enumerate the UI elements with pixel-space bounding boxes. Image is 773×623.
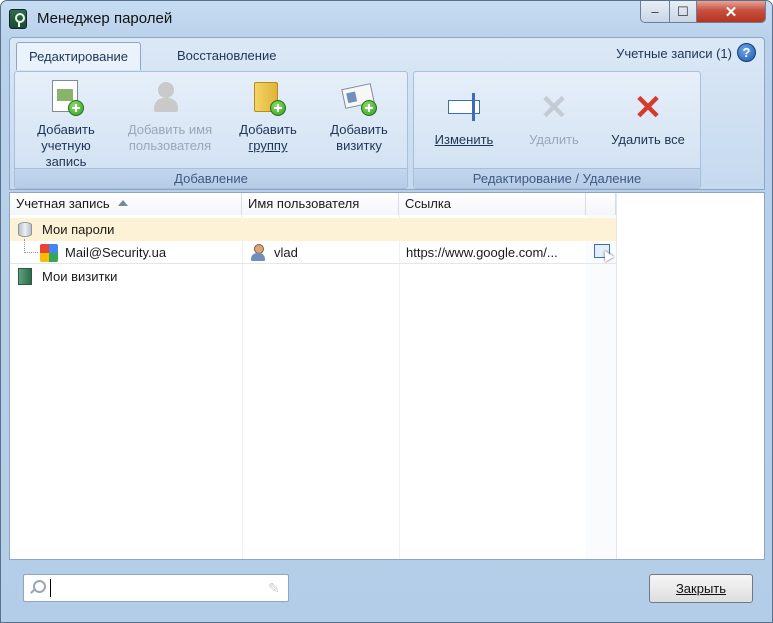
add-account-icon xyxy=(46,78,86,118)
ribbon-group-edit-delete: Изменить ✕ Удалить ✕ Удалить все Редакти… xyxy=(413,71,701,189)
open-link-icon xyxy=(594,244,612,261)
cards-icon xyxy=(18,268,32,285)
delete-all-icon: ✕ xyxy=(633,89,663,127)
group-row-passwords[interactable]: Мои пароли xyxy=(10,218,616,241)
close-window-button[interactable]: ✕ xyxy=(696,1,766,23)
sort-ascending-icon xyxy=(117,200,128,206)
delete-icon: ✕ xyxy=(539,89,569,127)
search-input[interactable] xyxy=(50,579,260,597)
account-name: Mail@Security.ua xyxy=(65,245,167,260)
search-field[interactable]: ✎ xyxy=(23,574,289,602)
add-account-button[interactable]: Добавить учетную запись xyxy=(25,78,107,170)
column-header-account[interactable]: Учетная запись xyxy=(10,193,242,215)
search-icon xyxy=(30,580,46,594)
username-cell: vlad xyxy=(242,241,399,264)
link-cell: https://www.google.com/... xyxy=(406,245,558,260)
user-icon xyxy=(250,244,266,261)
window-title: Менеджер паролей xyxy=(37,10,173,27)
accounts-count: Учетные записи (1) xyxy=(616,46,732,61)
edit-button[interactable]: Изменить xyxy=(422,88,506,148)
edit-icon xyxy=(444,88,484,128)
column-headers: Учетная запись Имя пользователя Ссылка xyxy=(10,193,616,215)
database-icon xyxy=(18,222,32,237)
group-row-cards[interactable]: Мои визитки xyxy=(10,265,242,288)
app-lock-icon xyxy=(9,9,27,29)
column-header-username[interactable]: Имя пользователя xyxy=(242,193,399,215)
column-divider xyxy=(616,193,617,559)
close-button[interactable]: Закрыть xyxy=(649,574,753,603)
table-row[interactable]: Mail@Security.ua vlad https://www.google… xyxy=(10,239,616,264)
title-bar[interactable]: Менеджер паролей – ☐ ✕ xyxy=(1,1,772,37)
delete-all-button[interactable]: ✕ Удалить все xyxy=(602,88,694,148)
open-link-button[interactable] xyxy=(586,241,616,264)
tab-restore[interactable]: Восстановление xyxy=(165,42,288,68)
group-label: Мои пароли xyxy=(42,222,115,237)
add-card-icon xyxy=(339,78,379,118)
group-caption-add: Добавление xyxy=(15,168,407,188)
tree-connector xyxy=(24,239,38,253)
clear-icon[interactable]: ✎ xyxy=(268,580,282,596)
tab-editing[interactable]: Редактирование xyxy=(16,42,142,70)
column-header-link[interactable]: Ссылка xyxy=(399,193,586,215)
add-group-icon xyxy=(248,78,288,118)
group-caption-edit-delete: Редактирование / Удаление xyxy=(414,168,700,188)
help-icon[interactable]: ? xyxy=(737,43,756,62)
password-manager-window: Менеджер паролей – ☐ ✕ Редактирование Во… xyxy=(0,0,773,623)
accounts-list[interactable]: Учетная запись Имя пользователя Ссылка М… xyxy=(9,192,765,560)
ribbon: Редактирование Восстановление Учетные за… xyxy=(9,37,765,190)
minimize-button[interactable]: – xyxy=(640,1,670,23)
add-user-icon xyxy=(150,78,190,118)
group-label: Мои визитки xyxy=(42,269,118,284)
column-header-action xyxy=(586,193,616,215)
google-icon xyxy=(40,244,58,262)
ribbon-group-add: Добавить учетную запись Добавить имя пол… xyxy=(14,71,408,189)
delete-button[interactable]: ✕ Удалить xyxy=(514,88,594,148)
maximize-button[interactable]: ☐ xyxy=(669,1,697,23)
add-card-button[interactable]: Добавить визитку xyxy=(319,78,399,154)
add-group-button[interactable]: Добавить группу xyxy=(229,78,307,154)
add-username-button[interactable]: Добавить имя пользователя xyxy=(115,78,225,154)
